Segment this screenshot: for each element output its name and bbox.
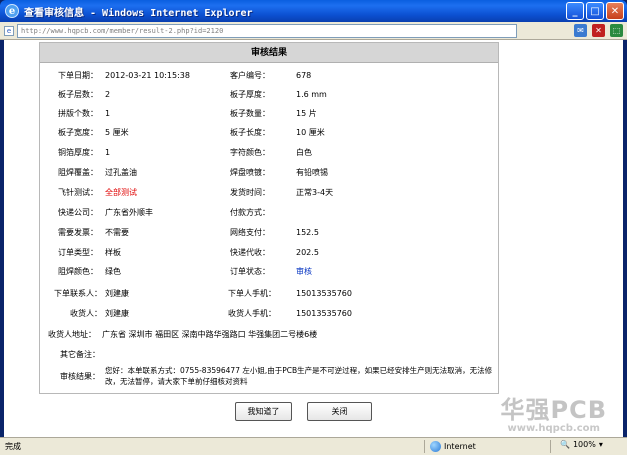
window-title: 查看审核信息 - Windows Internet Explorer [24, 7, 253, 19]
close-button[interactable]: 关闭 [307, 402, 372, 421]
result-label: 审核结果： [60, 372, 100, 381]
mask-cover-value: 过孔盖油 [105, 168, 137, 177]
online-pay-value: 152.5 [296, 228, 319, 237]
mask-cover-label: 阻焊覆盖： [58, 168, 98, 177]
customer-no-value: 678 [296, 71, 312, 80]
order-type-value: 样板 [105, 248, 121, 257]
contact-value: 刘建康 [105, 289, 129, 298]
feed-icon[interactable]: ⬚ [610, 24, 623, 37]
globe-icon [430, 441, 441, 452]
copper-value: 1 [105, 148, 111, 157]
contact-label: 下单联系人： [54, 289, 102, 298]
copper-label: 铜箔厚度： [58, 148, 98, 157]
mask-color-label: 阻焊颜色： [58, 267, 98, 276]
receiver-phone-value: 15013535760 [296, 309, 352, 318]
maximize-button[interactable]: □ [586, 2, 604, 20]
status-divider [424, 440, 425, 453]
chevron-down-icon: ▾ [598, 440, 603, 449]
receiver-value: 刘建康 [105, 309, 129, 318]
address-input[interactable]: http://www.hqpcb.com/member/result-2.php… [17, 23, 517, 38]
minimize-button[interactable]: _ [566, 2, 584, 20]
status-label: 订单状态： [230, 267, 270, 276]
thickness-value: 1.6 mm [296, 90, 327, 99]
address-bar: e http://www.hqpcb.com/member/result-2.p… [0, 22, 627, 40]
ship-time-value: 正常3-4天 [296, 188, 334, 197]
review-panel: 审核结果 下单日期： 2012-03-21 10:15:38 客户编号： 678… [39, 42, 499, 394]
customer-no-label: 客户编号： [230, 71, 270, 80]
ie-icon: e [5, 4, 19, 18]
order-type-label: 订单类型： [58, 248, 98, 257]
close-window-button[interactable]: ✕ [606, 2, 624, 20]
length-label: 板子长度： [230, 128, 270, 137]
contact-phone-label: 下单人手机： [228, 289, 276, 298]
magnifier-icon: 🔍 [560, 440, 570, 449]
compatibility-icon[interactable]: ✉ [574, 24, 587, 37]
mask-color-value: 绿色 [105, 267, 121, 276]
cod-value: 202.5 [296, 248, 319, 257]
window-controls: _ □ ✕ [566, 2, 624, 20]
panel-count-label: 拼版个数： [58, 109, 98, 118]
result-value: 您好：本单联系方式：0755-83596477 左小姐,由于PCB生产是不可逆过… [105, 366, 493, 386]
address-tools: ✉ ✕ ⬚ [574, 24, 623, 37]
address-value: 广东省 深圳市 福田区 深南中路华强路口 华强集团二号楼6楼 [102, 330, 318, 339]
invoice-label: 需要发票： [58, 228, 98, 237]
panel-count-value: 1 [105, 109, 111, 118]
payment-label: 付款方式： [230, 208, 270, 217]
online-pay-label: 网络支付： [230, 228, 270, 237]
receiver-label: 收货人： [70, 309, 102, 318]
status-divider-2 [550, 440, 551, 453]
length-value: 10 厘米 [296, 128, 325, 137]
watermark-brand: 华强PCB [500, 396, 607, 424]
flying-label: 飞针测试： [58, 188, 98, 197]
silk-value: 白色 [296, 148, 312, 157]
block-icon[interactable]: ✕ [592, 24, 605, 37]
order-date-value: 2012-03-21 10:15:38 [105, 71, 190, 80]
quantity-label: 板子数量： [230, 109, 270, 118]
layers-value: 2 [105, 90, 111, 99]
silk-label: 字符颜色： [230, 148, 270, 157]
receiver-phone-label: 收货人手机： [228, 309, 276, 318]
thickness-label: 板子厚度： [230, 90, 270, 99]
width-label: 板子宽度： [58, 128, 98, 137]
courier-label: 快递公司： [58, 208, 98, 217]
status-value[interactable]: 审核 [296, 267, 312, 277]
watermark-url: www.hqpcb.com [507, 423, 600, 434]
page-icon: e [4, 25, 14, 36]
status-bar: 完成 Internet 🔍 100% ▾ [0, 437, 627, 455]
zoom-level: 100% [572, 440, 596, 449]
courier-value: 广东省外顺丰 [105, 208, 153, 217]
invoice-value: 不需要 [105, 228, 129, 237]
quantity-value: 15 片 [296, 109, 317, 118]
notes-label: 其它备注： [60, 350, 100, 359]
zoom-control[interactable]: 🔍 100% ▾ [560, 440, 603, 449]
panel-heading: 审核结果 [40, 43, 498, 63]
security-zone[interactable]: Internet [430, 440, 476, 453]
layers-label: 板子层数： [58, 90, 98, 99]
order-date-label: 下单日期： [58, 71, 98, 80]
title-bar: e 查看审核信息 - Windows Internet Explorer _ □… [0, 0, 627, 22]
ship-time-label: 发货时间： [230, 188, 270, 197]
brand-watermark: 华强PCB www.hqpcb.com [501, 397, 608, 434]
acknowledge-button[interactable]: 我知道了 [235, 402, 292, 421]
finish-value: 有铅喷锡 [296, 168, 328, 177]
page-content: 审核结果 下单日期： 2012-03-21 10:15:38 客户编号： 678… [4, 40, 623, 437]
status-text: 完成 [5, 442, 21, 451]
cod-label: 快递代收： [230, 248, 270, 257]
contact-phone-value: 15013535760 [296, 289, 352, 298]
finish-label: 焊盘喷镀： [230, 168, 270, 177]
width-value: 5 厘米 [105, 128, 129, 137]
address-label: 收货人地址： [48, 330, 96, 339]
zone-label: Internet [444, 442, 476, 451]
flying-value: 全部测试 [105, 188, 137, 197]
